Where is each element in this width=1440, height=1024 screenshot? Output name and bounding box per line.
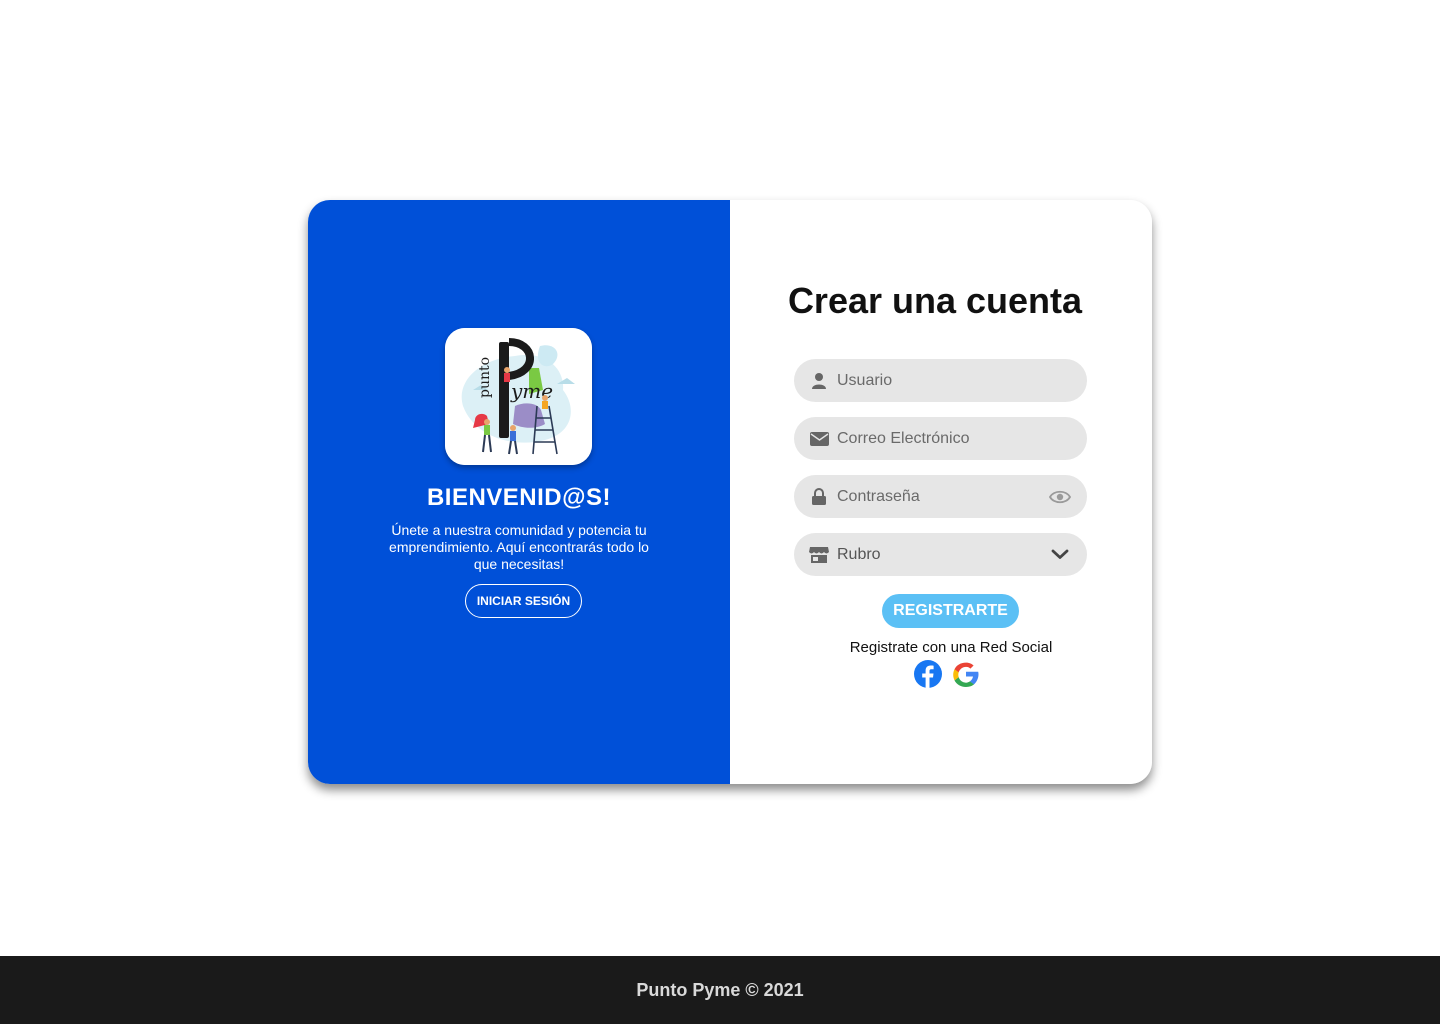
google-icon[interactable] — [952, 660, 980, 688]
user-icon — [809, 371, 829, 391]
social-login-row — [914, 660, 980, 688]
signup-form-panel: Crear una cuenta Usuario Correo Electrón… — [730, 200, 1152, 784]
lock-icon — [809, 487, 829, 507]
facebook-icon[interactable] — [914, 660, 942, 688]
password-input[interactable] — [837, 487, 1049, 506]
username-input[interactable] — [837, 371, 1071, 390]
welcome-panel: punto yme BIENVENID@S! Únete a nuestra c… — [308, 200, 730, 784]
form-title: Crear una cuenta — [787, 280, 1083, 321]
signup-card: punto yme BIENVENID@S! Únete a nuestra c… — [308, 200, 1152, 784]
password-field[interactable] — [794, 475, 1087, 518]
welcome-text: Únete a nuestra comunidad y potencia tu … — [389, 522, 649, 572]
register-button[interactable]: REGISTRARTE — [882, 594, 1019, 628]
chevron-down-icon[interactable] — [1049, 545, 1071, 565]
logo-illustration: punto yme — [445, 328, 592, 465]
rubro-select[interactable]: Rubro — [794, 533, 1087, 576]
email-input[interactable] — [837, 429, 1071, 448]
punto-pyme-logo: punto yme — [445, 328, 592, 465]
rubro-selected-value: Rubro — [837, 545, 881, 563]
page: punto yme BIENVENID@S! Únete a nuestra c… — [0, 0, 1440, 1024]
svg-text:punto: punto — [477, 357, 493, 398]
welcome-title: BIENVENID@S! — [426, 484, 612, 511]
eye-icon[interactable] — [1049, 487, 1071, 507]
username-field[interactable] — [794, 359, 1087, 402]
email-field[interactable] — [794, 417, 1087, 460]
store-icon — [809, 545, 829, 565]
social-signup-text: Registrate con una Red Social — [849, 639, 1053, 656]
footer: Punto Pyme © 2021 — [0, 956, 1440, 1024]
envelope-icon — [809, 429, 829, 449]
footer-text: Punto Pyme © 2021 — [636, 979, 804, 1000]
login-button[interactable]: INICIAR SESIÓN — [465, 584, 582, 618]
